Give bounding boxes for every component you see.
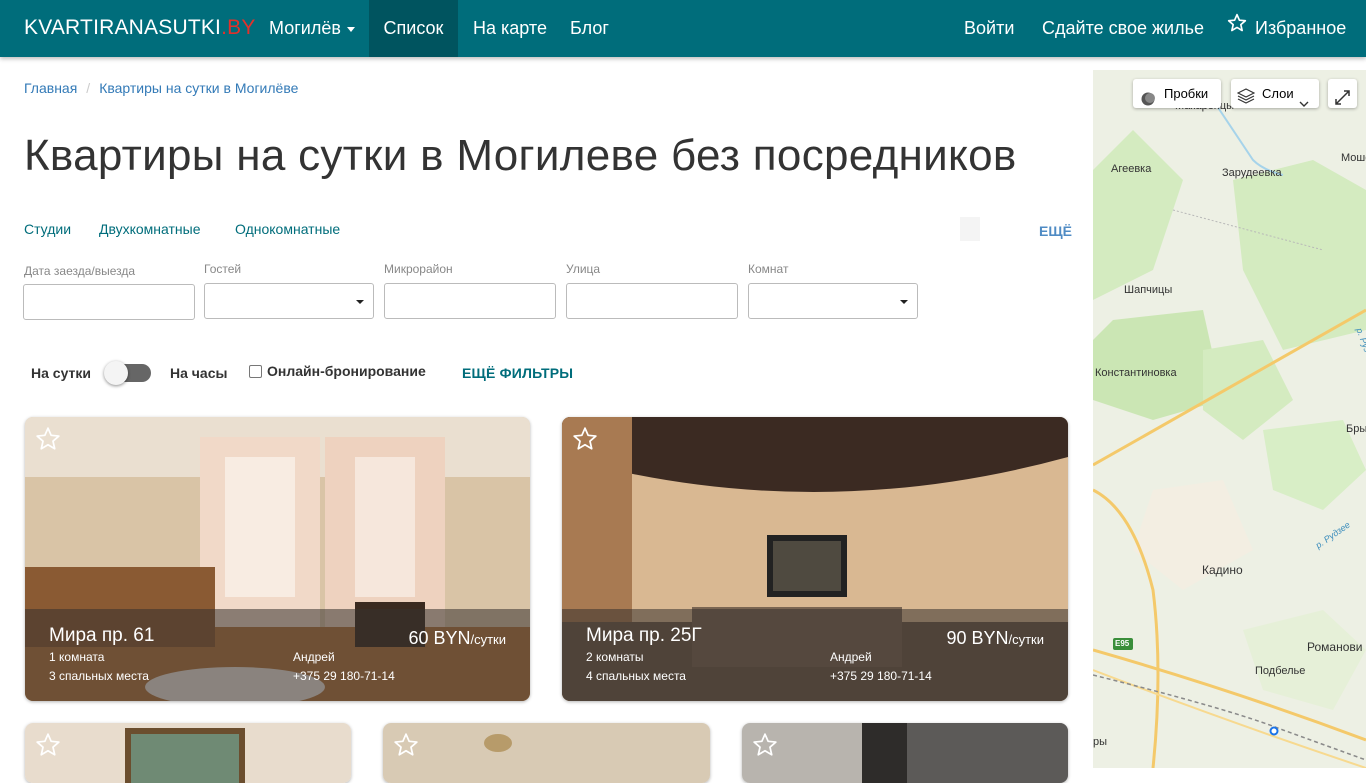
rooms-label: Комнат — [748, 262, 789, 276]
map-road-label: E95 — [1115, 639, 1130, 648]
map-town-label: Агеевка — [1111, 163, 1152, 175]
breadcrumb-current[interactable]: Квартиры на сутки в Могилёве — [99, 80, 298, 96]
map-traffic-button[interactable]: Пробки — [1133, 79, 1221, 108]
listing-price-value: 60 BYN — [408, 628, 471, 648]
nav-list[interactable]: Список — [369, 0, 458, 57]
favorite-star-icon[interactable] — [572, 426, 598, 457]
favorite-star-icon[interactable] — [35, 426, 61, 457]
brand-main: KVARTIRANASUTKI — [24, 16, 222, 39]
district-input[interactable] — [384, 283, 556, 319]
listing-phone[interactable]: +375 29 180-71-14 — [293, 669, 395, 683]
listing-card[interactable] — [25, 723, 351, 783]
map-town-label: Моше — [1341, 152, 1366, 164]
nav-rent-out[interactable]: Сдайте свое жилье — [1042, 0, 1204, 57]
per-day-label: На сутки — [31, 365, 91, 381]
per-hour-label: На часы — [170, 365, 228, 381]
favorite-star-icon[interactable] — [393, 732, 419, 763]
listing-owner: Андрей — [293, 650, 335, 664]
online-booking-label[interactable]: Онлайн-бронирование — [267, 363, 426, 379]
listing-card[interactable]: Мира пр. 25Г 2 комнаты 4 спальных места … — [562, 417, 1068, 701]
listing-price-value: 90 BYN — [946, 628, 1009, 648]
street-label: Улица — [566, 262, 601, 276]
listing-street: Мира пр. 25Г — [586, 625, 702, 646]
map-layers-label: Слои — [1262, 86, 1294, 101]
listing-rooms: 1 комната — [49, 650, 105, 664]
traffic-icon — [1141, 87, 1155, 116]
layers-icon — [1236, 85, 1256, 114]
listing-phone[interactable]: +375 29 180-71-14 — [830, 669, 932, 683]
map-layers-button[interactable]: Слои — [1231, 79, 1319, 108]
nav-city-label: Могилёв — [269, 18, 341, 38]
brand-logo[interactable]: KVARTIRANASUTKI.BY — [24, 16, 256, 40]
guests-label: Гостей — [204, 262, 242, 276]
map-fullscreen-button[interactable] — [1328, 79, 1357, 108]
listing-card[interactable] — [742, 723, 1068, 783]
favorite-star-icon[interactable] — [752, 732, 778, 763]
navbar: KVARTIRANASUTKI.BY Могилёв Список На кар… — [0, 0, 1366, 57]
nav-favorites[interactable]: Избранное — [1227, 0, 1346, 57]
favorite-star-icon[interactable] — [35, 732, 61, 763]
quick-link-two-room[interactable]: Двухкомнатные — [99, 221, 201, 237]
map-town-label: Константиновка — [1095, 367, 1177, 379]
listing-beds: 3 спальных места — [49, 669, 149, 683]
map-town-label: Подбелье — [1255, 665, 1306, 677]
district-label: Микрорайон — [384, 262, 453, 276]
map-panel[interactable]: Макаренцы Агеевка Моше Зарудеевка Шапчиц… — [1093, 70, 1366, 768]
toggle-knob — [104, 361, 128, 385]
listing-beds: 4 спальных места — [586, 669, 686, 683]
map-town-label: Кадино — [1202, 563, 1243, 577]
dates-label: Дата заезда/выезда — [24, 264, 136, 278]
quick-link-one-room[interactable]: Однокомнатные — [235, 221, 340, 237]
listing-street: Мира пр. 61 — [49, 625, 155, 646]
nav-city-dropdown[interactable]: Могилёв — [269, 0, 355, 57]
quick-link-studios[interactable]: Студии — [24, 221, 71, 237]
map-town-label: Шапчицы — [1124, 284, 1173, 296]
map-traffic-label: Пробки — [1164, 86, 1209, 101]
chevron-down-icon — [1299, 89, 1309, 118]
expand-icon — [1335, 86, 1350, 115]
listing-price: 60 BYN/сутки — [408, 628, 506, 649]
guests-select[interactable] — [204, 283, 374, 319]
street-input[interactable] — [566, 283, 738, 319]
placeholder-block — [960, 217, 980, 241]
star-icon — [1227, 0, 1247, 56]
map-town-label: Романови — [1307, 640, 1363, 654]
listing-card[interactable] — [383, 723, 710, 783]
more-filters-button[interactable]: ЕЩЁ ФИЛЬТРЫ — [462, 365, 573, 381]
breadcrumb-home[interactable]: Главная — [24, 80, 77, 96]
breadcrumb-separator: / — [86, 80, 91, 96]
brand-suffix: .BY — [221, 16, 256, 39]
listing-photo — [25, 723, 351, 783]
nav-login[interactable]: Войти — [964, 0, 1014, 57]
online-booking-checkbox[interactable] — [249, 365, 262, 378]
nav-map[interactable]: На карте — [473, 0, 547, 57]
breadcrumb: Главная / Квартиры на сутки в Могилёве — [24, 80, 298, 96]
listing-price-unit: /сутки — [1008, 632, 1044, 647]
listing-price: 90 BYN/сутки — [946, 628, 1044, 649]
map-town-label: Зарудеевка — [1222, 167, 1282, 179]
dates-input[interactable] — [23, 284, 195, 320]
listing-price-unit: /сутки — [470, 632, 506, 647]
map-town-label: ры — [1093, 736, 1108, 748]
listing-info: Мира пр. 25Г 2 комнаты 4 спальных места … — [562, 609, 1068, 701]
rent-period-toggle[interactable] — [104, 361, 151, 385]
chevron-down-icon — [346, 26, 355, 32]
nav-blog[interactable]: Блог — [570, 0, 609, 57]
listing-photo — [742, 723, 1068, 783]
listing-photo — [383, 723, 710, 783]
listing-rooms: 2 комнаты — [586, 650, 644, 664]
nav-favorites-label: Избранное — [1255, 18, 1347, 38]
listing-info: Мира пр. 61 1 комната 3 спальных места А… — [25, 609, 530, 701]
listing-owner: Андрей — [830, 650, 872, 664]
map-town-label: Брыл — [1346, 423, 1366, 435]
page-title: Квартиры на сутки в Могилеве без посредн… — [24, 131, 1017, 180]
more-link[interactable]: ЕЩЁ — [1039, 223, 1072, 239]
rooms-select[interactable] — [748, 283, 918, 319]
listing-card[interactable]: Мира пр. 61 1 комната 3 спальных места А… — [25, 417, 530, 701]
